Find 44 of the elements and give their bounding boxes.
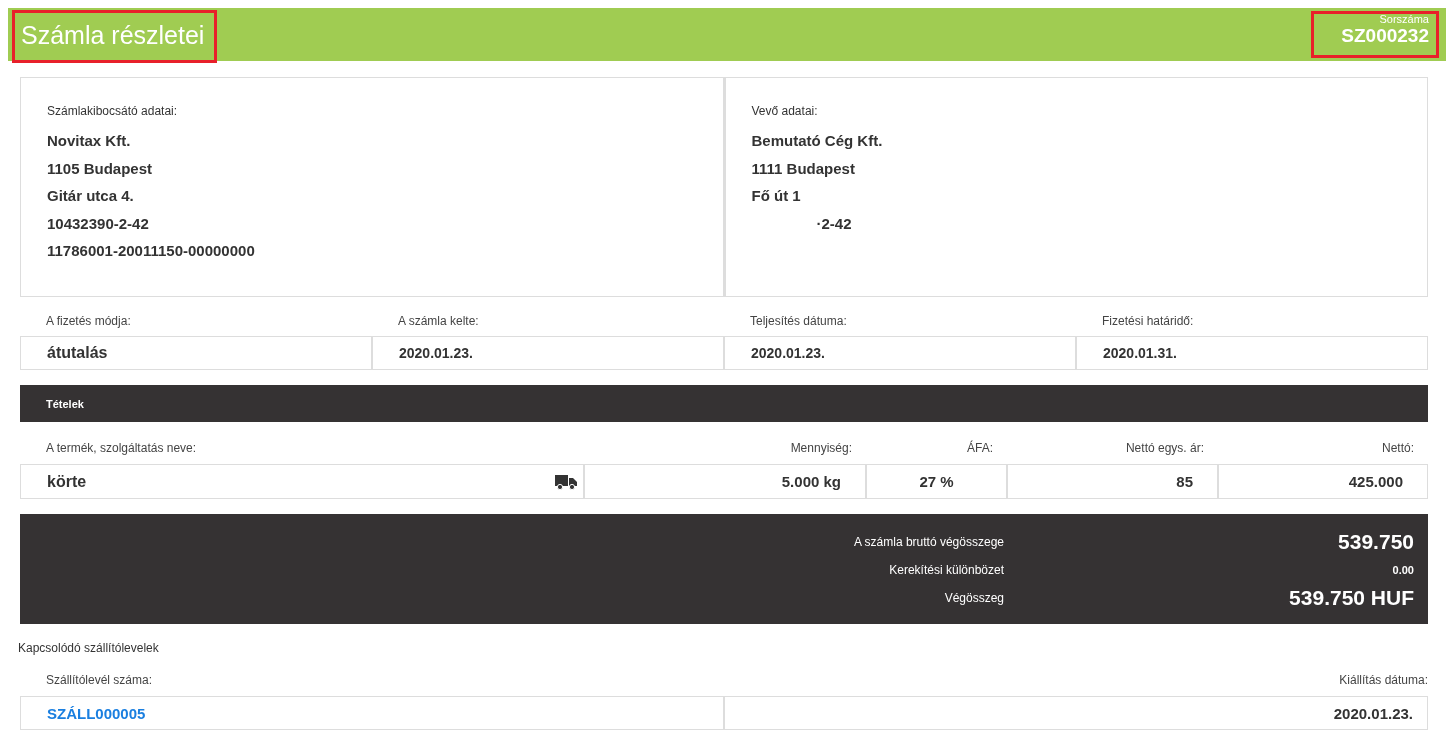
total-value: 539.750 [1337,530,1414,554]
table-cell: 425.000 [1218,464,1428,499]
field-label: Teljesítés dátuma: [749,314,848,330]
table-cell: 85 [1007,464,1218,499]
section-bar: Tételek [20,385,1428,422]
field-label: A fizetés módja: [45,314,132,330]
column-header: Mennyiség: [789,440,853,457]
column-header: Szállítólevél száma: [45,672,154,689]
field-value: 2020.01.31. [1076,336,1428,370]
column-header: ÁFA: [966,439,994,457]
party-detail: Novitax Kft. [47,132,132,151]
table-cell: 5.000 kg [584,464,866,499]
section-title: Kapcsolódó szállítólevelek [18,641,160,655]
invoice-number: SZ000232 [1341,25,1429,47]
party-label: Vevő adatai: [751,104,819,118]
party-label: Számlakibocsátó adatai: [47,104,179,118]
party-detail: 10432390-2-42 [47,214,150,234]
field-label: Fizetési határidő: [1101,314,1195,330]
party-detail: 11786001-20011150-00000000 [47,242,256,261]
party-detail: Fő út 1 [751,187,802,206]
total-value: 0.00 [1391,564,1414,576]
page-title: Számla részletei [12,10,218,63]
field-value: átutalás [20,336,372,370]
column-header: Nettó egys. ár: [1124,440,1205,457]
delivery-note-link[interactable]: SZÁLL000005 [47,704,146,722]
party-detail: ·2-42 [815,214,853,234]
party-detail: 1105 Budapest [47,159,154,179]
total-value: 539.750 HUF [1288,586,1414,610]
field-value: 2020.01.23. [372,336,724,370]
party-detail: Gitár utca 4. [47,187,135,206]
field-value: 2020.01.23. [724,336,1076,370]
party-detail: 1111 Budapest [751,159,856,179]
table-cell: 2020.01.23. [724,696,1428,730]
column-header: Kiállítás dátuma: [1338,672,1428,689]
total-label: Végösszeg [943,590,1004,607]
party-detail: Bemutató Cég Kft. [751,132,884,151]
column-header: A termék, szolgáltatás neve: [45,440,198,457]
total-label: Kerekítési különbözet [888,562,1004,579]
total-label: A számla bruttó végösszege [852,534,1004,551]
number-label: Sorszáma [1379,13,1429,25]
product-name: körte [47,472,87,491]
field-label: A számla kelte: [397,314,480,330]
column-header: Nettó: [1381,440,1415,457]
table-cell: 27 % [866,464,1007,499]
